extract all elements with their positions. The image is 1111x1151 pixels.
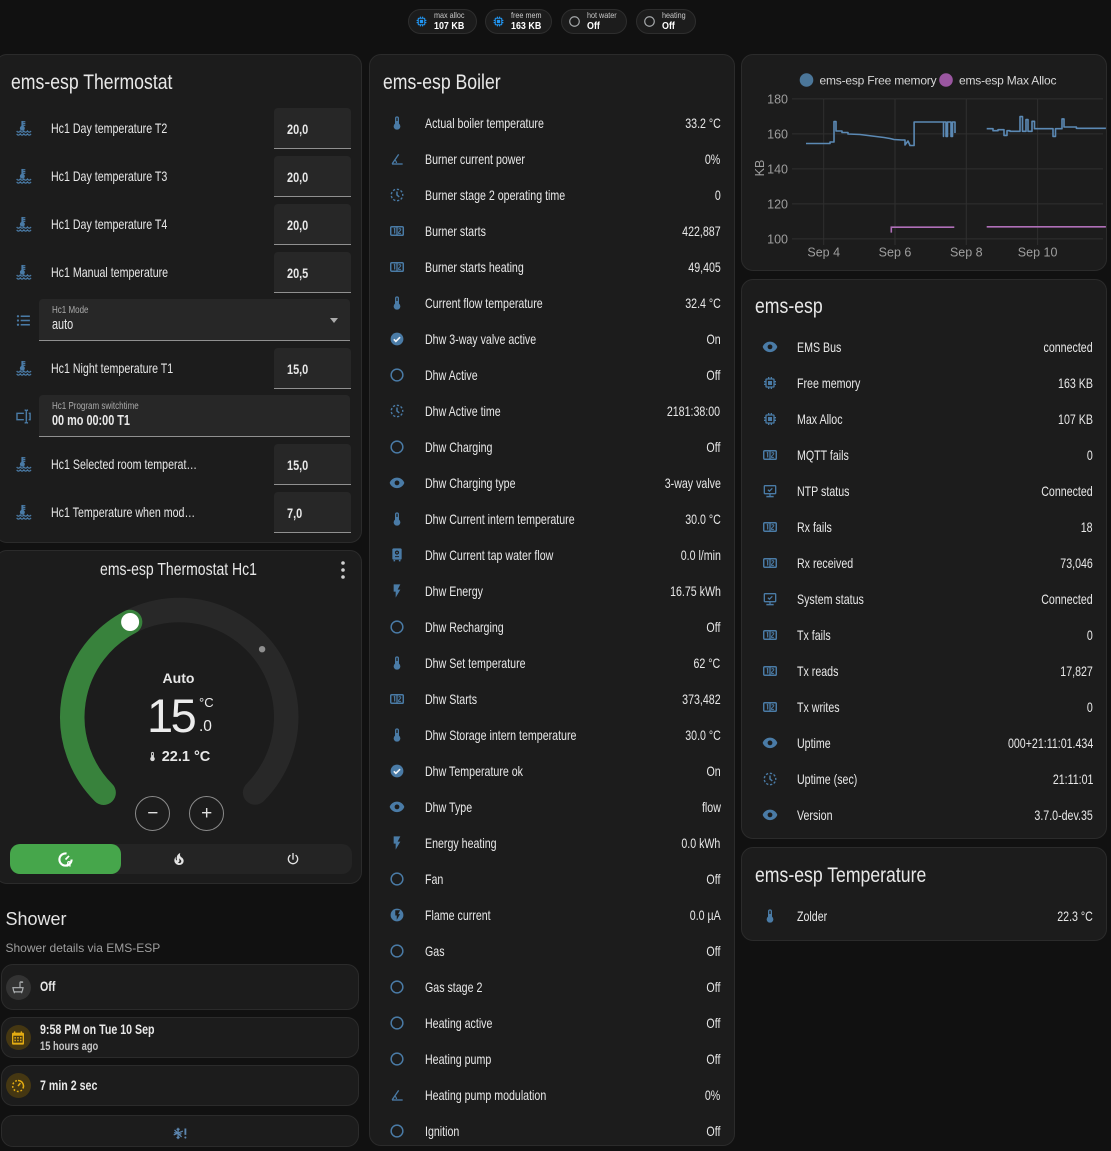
svg-text:ems-esp Max Alloc: ems-esp Max Alloc <box>959 74 1056 88</box>
svg-text:100: 100 <box>767 232 788 246</box>
svg-text:140: 140 <box>767 162 788 176</box>
svg-text:Sep 8: Sep 8 <box>950 246 983 260</box>
svg-text:180: 180 <box>767 92 788 106</box>
svg-text:120: 120 <box>767 197 788 211</box>
svg-text:160: 160 <box>767 127 788 141</box>
svg-text:Sep 10: Sep 10 <box>1018 246 1058 260</box>
svg-text:KB: KB <box>753 160 767 177</box>
svg-text:Sep 6: Sep 6 <box>879 246 912 260</box>
svg-text:ems-esp Free memory: ems-esp Free memory <box>820 74 937 88</box>
svg-text:Sep 4: Sep 4 <box>807 246 840 260</box>
